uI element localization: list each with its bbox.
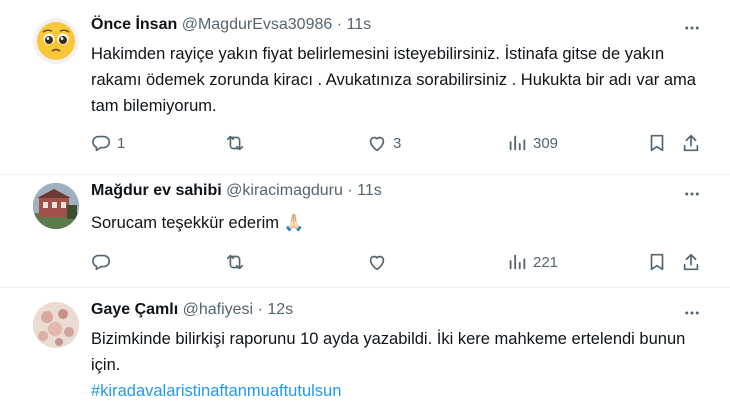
username[interactable]: @kiracimagduru	[226, 182, 343, 199]
separator-dot: ·	[336, 16, 343, 33]
hashtag-link[interactable]: #kiradavalaristinaftanmuaftutulsun	[91, 378, 701, 404]
username[interactable]: @MagdurEvsa30986	[182, 16, 333, 33]
tweet-text-body: Bizimkinde bilirkişi raporunu 10 ayda ya…	[91, 330, 686, 374]
share-icon	[683, 253, 699, 271]
views-count: 309	[533, 134, 559, 152]
reply-button[interactable]	[90, 250, 117, 274]
tweet-text-body: Sorucam teşekkür ederim	[91, 214, 279, 232]
bookmark-icon	[650, 253, 664, 271]
reply-button[interactable]: 1	[90, 131, 125, 155]
tweet-text: Sorucam teşekkür ederim 🙏🏻	[91, 210, 701, 236]
tweet-actions: 1 3 309	[84, 131, 714, 155]
reply-icon	[92, 135, 110, 152]
avatar[interactable]	[33, 18, 79, 64]
retweet-icon	[226, 135, 244, 151]
retweet-button[interactable]	[224, 131, 246, 155]
separator-dot: ·	[347, 182, 353, 199]
tweet-header: Önce İnsan @MagdurEvsa30986 · 11s	[91, 16, 371, 34]
username[interactable]: @hafiyesi	[183, 301, 254, 318]
like-button[interactable]	[366, 250, 388, 274]
floral-photo-avatar	[33, 302, 79, 348]
timestamp[interactable]: 12s	[267, 301, 293, 318]
like-button[interactable]: 3	[366, 131, 401, 155]
timestamp[interactable]: 11s	[357, 182, 382, 199]
folded-hands-emoji: 🙏🏻	[283, 214, 305, 232]
share-icon	[683, 134, 699, 152]
bookmark-button[interactable]	[646, 250, 668, 274]
display-name[interactable]: Gaye Çamlı	[91, 301, 178, 318]
tweet-text: Bizimkinde bilirkişi raporunu 10 ayda ya…	[91, 326, 701, 404]
more-icon[interactable]	[682, 18, 702, 38]
like-icon	[369, 136, 385, 152]
tweet-header: Mağdur ev sahibi @kiracimagduru · 11s	[91, 182, 382, 200]
more-icon[interactable]	[682, 303, 702, 323]
views-icon	[509, 254, 526, 270]
avatar[interactable]	[33, 183, 79, 229]
views-icon	[509, 135, 526, 151]
pleading-face-emoji-avatar	[37, 22, 75, 60]
display-name[interactable]: Mağdur ev sahibi	[91, 182, 222, 199]
tweet-header: Gaye Çamlı @hafiyesi · 12s	[91, 301, 293, 319]
reply-count: 1	[117, 134, 126, 152]
display-name[interactable]: Önce İnsan	[91, 16, 177, 33]
tweet-actions: 221	[84, 250, 714, 274]
reply-icon	[92, 254, 110, 271]
house-photo-avatar	[33, 183, 79, 229]
share-button[interactable]	[680, 250, 702, 274]
separator-dot: ·	[257, 301, 263, 318]
like-count: 3	[393, 134, 402, 152]
views-count: 221	[533, 253, 559, 271]
tweet-1[interactable]: Önce İnsan @MagdurEvsa30986 · 11s Hakimd…	[0, 0, 730, 175]
views-button[interactable]: 309	[506, 131, 558, 155]
avatar[interactable]	[33, 302, 79, 348]
tweet-text: Hakimden rayiçe yakın fiyat belirlemesin…	[91, 45, 696, 115]
retweet-icon	[226, 254, 244, 270]
bookmark-button[interactable]	[646, 131, 668, 155]
tweet-3[interactable]: Gaye Çamlı @hafiyesi · 12s Bizimkinde bi…	[0, 288, 730, 420]
views-button[interactable]: 221	[506, 250, 558, 274]
more-icon[interactable]	[682, 184, 702, 204]
timestamp[interactable]: 11s	[347, 16, 372, 33]
tweet-2[interactable]: Mağdur ev sahibi @kiracimagduru · 11s So…	[0, 175, 730, 287]
share-button[interactable]	[680, 131, 702, 155]
like-icon	[369, 255, 385, 271]
retweet-button[interactable]	[224, 250, 246, 274]
bookmark-icon	[650, 134, 664, 152]
